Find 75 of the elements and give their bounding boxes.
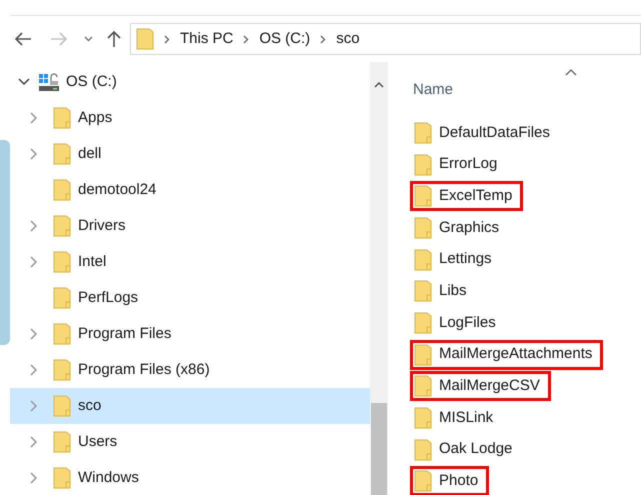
file-list-item[interactable]: Libs: [410, 276, 478, 306]
column-header[interactable]: Name: [413, 62, 641, 117]
tree-item[interactable]: sco: [10, 388, 370, 424]
chevron-right-icon: [320, 34, 326, 44]
tree-item[interactable]: Users: [10, 424, 370, 460]
folder-icon: [414, 280, 432, 302]
chevron-right-icon[interactable]: [30, 112, 37, 124]
file-list-item[interactable]: MailMergeAttachments: [410, 340, 604, 370]
folder-icon: [53, 107, 71, 129]
address-bar[interactable]: This PC OS (C:) sco: [130, 23, 641, 55]
folder-icon: [53, 431, 71, 453]
file-list-item[interactable]: DefaultDataFiles: [410, 118, 561, 148]
folder-icon: [53, 215, 71, 237]
folder-icon: [53, 395, 71, 417]
forward-arrow-icon[interactable]: [50, 32, 68, 46]
tree-item[interactable]: Program Files: [10, 316, 370, 352]
sort-caret-icon[interactable]: [565, 69, 577, 76]
chevron-right-icon: [243, 34, 250, 44]
folder-icon: [414, 407, 432, 430]
file-list-item[interactable]: ErrorLog: [410, 150, 508, 180]
chevron-right-icon: [164, 34, 170, 44]
file-list-item[interactable]: ExcelTemp: [410, 181, 524, 212]
folder-icon: [414, 122, 432, 144]
folder-icon: [414, 438, 432, 461]
file-list-item[interactable]: MailMergeCSV: [410, 371, 551, 402]
chevron-right-icon[interactable]: [30, 472, 37, 484]
folder-icon: [414, 470, 432, 492]
drive-icon: [38, 72, 60, 92]
folder-icon: [53, 179, 71, 201]
scroll-up-icon[interactable]: [374, 82, 384, 88]
folder-icon: [53, 287, 71, 309]
chevron-down-icon[interactable]: [84, 36, 93, 42]
folder-icon: [414, 248, 432, 271]
scrollbar[interactable]: [370, 62, 388, 495]
breadcrumb[interactable]: sco: [336, 28, 360, 50]
tree-item[interactable]: Intel: [10, 244, 370, 280]
tree-item[interactable]: Windows: [10, 460, 370, 495]
tree-item[interactable]: demotool24: [10, 172, 370, 208]
tree-item[interactable]: Program Files (x86): [10, 352, 370, 388]
tree-item[interactable]: Drivers: [10, 208, 370, 244]
file-list-item[interactable]: Oak Lodge: [410, 434, 524, 465]
back-arrow-icon[interactable]: [14, 32, 32, 46]
folder-icon: [414, 154, 432, 176]
chevron-right-icon[interactable]: [30, 364, 37, 376]
folder-icon: [53, 251, 71, 273]
folder-icon: [53, 359, 71, 381]
folder-icon: [414, 375, 432, 398]
folder-icon: [136, 28, 154, 50]
tree-item[interactable]: dell: [10, 136, 370, 172]
breadcrumb[interactable]: OS (C:): [259, 28, 310, 50]
file-list-item[interactable]: Lettings: [410, 244, 503, 275]
folder-icon: [414, 216, 432, 239]
folder-icon: [414, 344, 432, 366]
chevron-right-icon[interactable]: [30, 328, 37, 340]
tree-item[interactable]: Apps: [10, 100, 370, 136]
tree-item[interactable]: OS (C:): [66, 70, 117, 94]
file-list-item[interactable]: MISLink: [410, 403, 504, 434]
chevron-right-icon[interactable]: [30, 400, 37, 412]
breadcrumb[interactable]: This PC: [180, 28, 234, 50]
chevron-down-icon[interactable]: [18, 78, 30, 86]
folder-icon: [414, 185, 432, 208]
tree-item[interactable]: PerfLogs: [10, 280, 370, 316]
scrollbar-thumb[interactable]: [371, 403, 387, 495]
folder-icon: [53, 143, 71, 165]
file-list-item[interactable]: Graphics: [410, 212, 510, 243]
chevron-right-icon[interactable]: [30, 148, 37, 160]
folder-icon: [414, 312, 432, 334]
folder-icon: [53, 323, 71, 345]
file-list-item[interactable]: Photo: [410, 466, 490, 495]
file-list-item[interactable]: LogFiles: [410, 308, 507, 338]
chevron-right-icon[interactable]: [30, 220, 37, 232]
chevron-right-icon[interactable]: [30, 436, 37, 448]
chevron-right-icon[interactable]: [30, 256, 37, 268]
up-arrow-icon[interactable]: [107, 30, 121, 48]
folder-icon: [53, 467, 71, 489]
